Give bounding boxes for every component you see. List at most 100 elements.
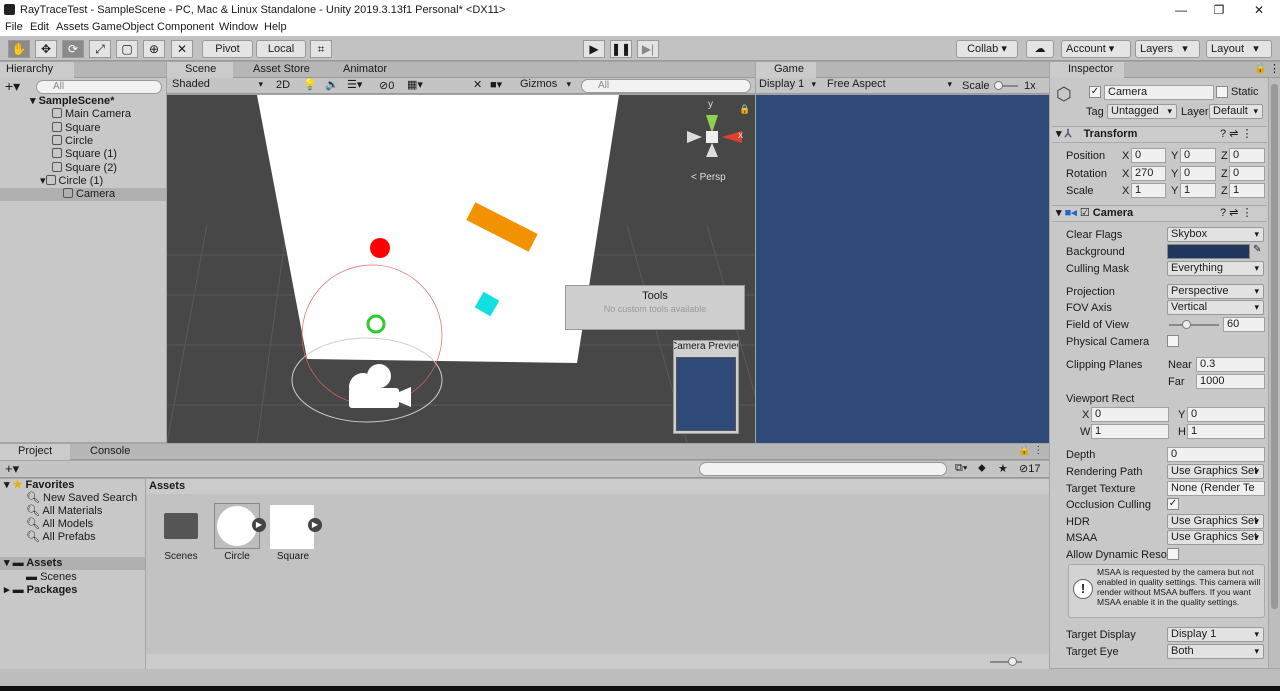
rotation-y-field[interactable]: 0 — [1180, 166, 1216, 181]
enabled-checkbox[interactable]: ☑ — [1080, 207, 1090, 219]
step-icon[interactable]: ▶| — [637, 40, 659, 58]
asset-circle[interactable]: ▶ Circle — [214, 503, 266, 567]
static-checkbox[interactable] — [1216, 86, 1228, 98]
component-menu-icon[interactable]: ? ⇌ ⋮ — [1220, 206, 1252, 221]
tools-icon[interactable]: ✕ — [473, 78, 482, 91]
inspector-scrollbar[interactable] — [1269, 78, 1280, 668]
lock-icon[interactable]: 🔒 — [739, 104, 750, 115]
fov-slider[interactable] — [1169, 320, 1219, 329]
transform-tool-icon[interactable]: ⊕ — [143, 40, 165, 58]
far-field[interactable]: 1000 — [1196, 374, 1265, 389]
close-icon[interactable]: ✕ — [1244, 2, 1274, 18]
rotate-tool-icon[interactable]: ⟳ — [62, 40, 84, 58]
menu-icon[interactable]: ⋮ — [1269, 62, 1280, 75]
filter-label-icon[interactable]: ⬥ — [978, 462, 986, 475]
icon-size-slider-thumb[interactable] — [1008, 657, 1017, 666]
scale-y-field[interactable]: 1 — [1180, 183, 1216, 198]
favorite-item[interactable]: 🔍︎ All Prefabs — [0, 531, 145, 544]
gizmos-dropdown[interactable]: Gizmos — [517, 78, 575, 93]
menu-file[interactable]: File — [5, 21, 23, 33]
menu-help[interactable]: Help — [264, 21, 287, 33]
viewport-x-field[interactable]: 0 — [1091, 407, 1169, 422]
scene-viewport[interactable]: y x 🔒 < Persp Tools No custom tools avai… — [167, 95, 755, 443]
camera-gizmo-icon[interactable] — [349, 364, 411, 408]
hierarchy-item[interactable]: ▾ Circle (1) — [0, 175, 166, 188]
scale-tool-icon[interactable]: ⤢ — [89, 40, 111, 58]
target-display-dropdown[interactable]: Display 1 — [1167, 627, 1264, 642]
target-texture-field[interactable]: None (Render Te — [1167, 481, 1265, 496]
active-checkbox[interactable]: ✓ — [1089, 86, 1101, 98]
tab-game[interactable]: Game — [756, 62, 816, 78]
hierarchy-item[interactable]: Square (2) — [0, 162, 166, 175]
scale-slider[interactable] — [994, 81, 1018, 90]
tab-hierarchy[interactable]: Hierarchy — [0, 62, 74, 78]
packages-folder[interactable]: ▸ ▬ Packages — [0, 584, 145, 597]
hidden-count[interactable]: ⊘0 — [379, 79, 394, 92]
transform-header[interactable]: ▾ ⅄ Transform ? ⇌ ⋮ — [1052, 126, 1267, 143]
custom-tool-icon[interactable]: ✕ — [171, 40, 193, 58]
layout-dropdown[interactable]: Layout ▾ — [1206, 40, 1272, 58]
scale-slider-thumb[interactable] — [994, 81, 1003, 90]
name-field[interactable]: Camera — [1104, 85, 1214, 100]
physical-camera-checkbox[interactable] — [1167, 335, 1179, 347]
hidden-packages-toggle[interactable]: ⊘17 — [1019, 462, 1040, 475]
lock-icon[interactable]: 🔒 ⋮ — [1018, 445, 1043, 456]
tab-project[interactable]: Project — [0, 444, 70, 460]
favorite-icon[interactable]: ★ — [998, 462, 1008, 475]
assets-folder[interactable]: ▾ ▬ Assets — [0, 557, 145, 570]
clear-flags-dropdown[interactable]: Skybox — [1167, 227, 1264, 242]
culling-mask-dropdown[interactable]: Everything — [1167, 261, 1264, 276]
menu-edit[interactable]: Edit — [30, 21, 49, 33]
scene-root[interactable]: ▾ SampleScene* — [0, 95, 166, 108]
maximize-icon[interactable]: ❐ — [1204, 2, 1234, 18]
project-search-input[interactable] — [699, 462, 947, 476]
favorites-folder[interactable]: ▾ ★ Favorites — [0, 479, 145, 492]
fov-slider-thumb[interactable] — [1182, 320, 1191, 329]
snap-icon[interactable]: ⌗ — [310, 40, 332, 58]
scene-search-input[interactable]: All — [581, 79, 751, 93]
hierarchy-search-input[interactable]: All — [36, 80, 162, 94]
layers-dropdown[interactable]: Layers ▾ — [1135, 40, 1200, 58]
asset-scenes[interactable]: Scenes — [160, 507, 202, 567]
position-z-field[interactable]: 0 — [1229, 148, 1265, 163]
hierarchy-item[interactable]: Square (1) — [0, 148, 166, 161]
icon-size-slider[interactable] — [990, 657, 1022, 666]
cloud-icon[interactable]: ☁ — [1026, 40, 1054, 58]
favorite-item[interactable]: 🔍︎ All Materials — [0, 505, 145, 518]
audio-icon[interactable]: 🔊 — [325, 78, 339, 91]
pause-icon[interactable]: ❚❚ — [610, 40, 632, 58]
move-tool-icon[interactable]: ✥ — [35, 40, 57, 58]
hierarchy-item[interactable]: Circle — [0, 135, 166, 148]
rotation-z-field[interactable]: 0 — [1229, 166, 1265, 181]
rotation-x-field[interactable]: 270 — [1131, 166, 1166, 181]
lock-icon[interactable]: 🔒 — [1254, 63, 1266, 74]
depth-field[interactable]: 0 — [1167, 447, 1265, 462]
aspect-dropdown[interactable]: Free Aspect — [824, 78, 956, 93]
near-field[interactable]: 0.3 — [1196, 357, 1265, 372]
inspector-scrollbar-thumb[interactable] — [1271, 84, 1278, 609]
tab-animator[interactable]: Animator — [325, 62, 395, 78]
shading-dropdown[interactable]: Shaded — [169, 78, 267, 93]
msaa-dropdown[interactable]: Use Graphics Set — [1167, 530, 1264, 545]
background-color-swatch[interactable] — [1167, 244, 1250, 259]
position-x-field[interactable]: 0 — [1131, 148, 1166, 163]
viewport-h-field[interactable]: 1 — [1187, 424, 1265, 439]
game-viewport[interactable] — [756, 95, 1049, 443]
axis-gizmo[interactable] — [687, 115, 742, 157]
layer-dropdown[interactable]: Default — [1209, 104, 1263, 119]
expand-arrow-icon[interactable]: ▶ — [252, 518, 266, 532]
eyedropper-icon[interactable]: ✎ — [1253, 244, 1261, 255]
pivot-button[interactable]: Pivot — [202, 40, 253, 58]
dynamic-resolution-checkbox[interactable] — [1167, 548, 1179, 560]
expand-arrow-icon[interactable]: ▶ — [308, 518, 322, 532]
camera-component-header[interactable]: ▾ ■◂ ☑ Camera ? ⇌ ⋮ — [1052, 205, 1267, 222]
tab-asset-store[interactable]: Asset Store — [235, 62, 315, 78]
persp-label[interactable]: < Persp — [691, 172, 726, 183]
favorite-item[interactable]: 🔍︎ New Saved Search — [0, 492, 145, 505]
breadcrumb[interactable]: Assets — [146, 479, 1049, 494]
projection-dropdown[interactable]: Perspective — [1167, 284, 1264, 299]
viewport-y-field[interactable]: 0 — [1187, 407, 1265, 422]
tab-console[interactable]: Console — [72, 444, 142, 460]
menu-gameobject[interactable]: GameObject — [92, 21, 154, 33]
hdr-dropdown[interactable]: Use Graphics Set — [1167, 514, 1264, 529]
